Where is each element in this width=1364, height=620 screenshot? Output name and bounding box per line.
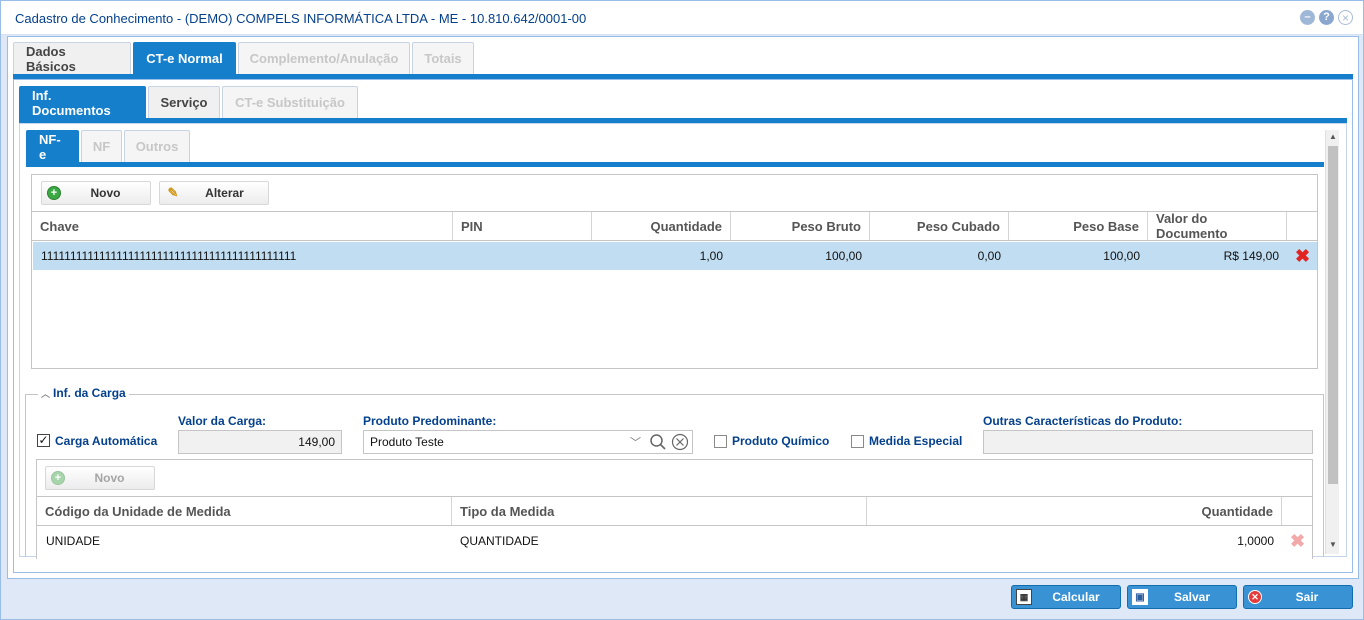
tab-dados-basicos[interactable]: Dados Básicos <box>13 42 131 74</box>
col-peso-base[interactable]: Peso Base <box>1009 212 1148 240</box>
valor-carga-field[interactable]: 149,00 <box>178 430 342 454</box>
produto-quimico-checkbox[interactable] <box>714 435 727 448</box>
cell-tipo: QUANTIDADE <box>460 534 539 548</box>
tab-inf-documentos[interactable]: Inf. Documentos <box>19 86 146 118</box>
doc-tabbar: NF-e NF Outros <box>26 130 190 162</box>
col-peso-cubado[interactable]: Peso Cubado <box>870 212 1009 240</box>
save-icon: ▣ <box>1132 589 1148 605</box>
salvar-button[interactable]: ▣ Salvar <box>1127 585 1237 609</box>
inf-carga-legend[interactable]: ︿ Inf. da Carga <box>38 386 129 400</box>
medida-new-button: + Novo <box>45 466 155 490</box>
doc-tab-strip <box>26 162 1324 167</box>
calculator-icon: ▦ <box>1016 589 1032 605</box>
cell-medida-delete: ✖ <box>1282 527 1312 555</box>
nfe-edit-button[interactable]: ✎ Alterar <box>159 181 269 205</box>
title-bar: Cadastro de Conhecimento - (DEMO) COMPEL… <box>1 1 1363 35</box>
collapse-caret-icon: ︿ <box>41 388 51 399</box>
table-row[interactable]: 1111111111111111111111111111111111111111… <box>33 242 1317 270</box>
window-tools: – ? × <box>1300 10 1353 25</box>
col-actions <box>1287 212 1317 240</box>
tab-cte-normal[interactable]: CT-e Normal <box>133 42 236 74</box>
calcular-label: Calcular <box>1052 590 1100 604</box>
col-codigo-unidade[interactable]: Código da Unidade de Medida <box>37 497 452 525</box>
carga-automatica-checkbox[interactable]: ✓ <box>37 434 50 447</box>
scroll-thumb[interactable] <box>1328 146 1338 484</box>
exit-icon: ✕ <box>1248 590 1262 604</box>
medida-especial-label[interactable]: Medida Especial <box>869 434 962 448</box>
edit-icon: ✎ <box>167 185 179 200</box>
cell-medida-quantidade: 1,0000 <box>1237 534 1274 548</box>
calcular-button[interactable]: ▦ Calcular <box>1011 585 1121 609</box>
sub-tabbar: Inf. Documentos Serviço CT-e Substituiçã… <box>19 86 358 118</box>
scroll-up-icon[interactable]: ▲ <box>1326 130 1340 144</box>
cell-codigo: UNIDADE <box>46 534 101 548</box>
nfe-edit-label: Alterar <box>205 186 244 200</box>
salvar-label: Salvar <box>1173 590 1211 604</box>
cell-chave: 1111111111111111111111111111111111111111… <box>41 249 297 263</box>
inf-carga-legend-label: Inf. da Carga <box>53 386 126 400</box>
search-icon[interactable] <box>649 433 667 451</box>
close-icon[interactable]: × <box>1338 10 1353 25</box>
minimize-icon[interactable]: – <box>1300 10 1315 25</box>
nfe-grid: + Novo ✎ Alterar Chave PIN Quantidade Pe… <box>31 174 1318 369</box>
cell-peso-bruto: 100,00 <box>825 249 862 263</box>
col-medida-actions <box>1282 497 1312 525</box>
tab-outros: Outros <box>124 130 190 162</box>
medida-grid-header: Código da Unidade de Medida Tipo da Medi… <box>37 496 1312 526</box>
col-chave[interactable]: Chave <box>32 212 453 240</box>
nfe-new-button[interactable]: + Novo <box>41 181 151 205</box>
cell-valor: R$ 149,00 <box>1223 249 1279 263</box>
content-scrollbar[interactable]: ▲ ▼ <box>1325 130 1339 554</box>
delete-icon[interactable]: ✖ <box>1290 532 1305 550</box>
col-peso-bruto[interactable]: Peso Bruto <box>731 212 870 240</box>
cadastro-conhecimento-window: Cadastro de Conhecimento - (DEMO) COMPEL… <box>0 0 1364 620</box>
delete-icon[interactable]: ✖ <box>1295 247 1310 265</box>
produto-predominante-combo[interactable]: Produto Teste <box>363 430 693 454</box>
outras-caracteristicas-label: Outras Características do Produto: <box>983 414 1183 428</box>
sair-button[interactable]: ✕ Sair <box>1243 585 1353 609</box>
window-title: Cadastro de Conhecimento - (DEMO) COMPEL… <box>15 11 587 26</box>
col-quantidade[interactable]: Quantidade <box>592 212 731 240</box>
cell-peso-cubado: 0,00 <box>977 249 1001 263</box>
col-tipo-medida[interactable]: Tipo da Medida <box>452 497 867 525</box>
help-icon[interactable]: ? <box>1319 10 1334 25</box>
add-icon: + <box>47 186 61 200</box>
col-medida-quantidade[interactable]: Quantidade <box>867 497 1282 525</box>
scroll-down-icon[interactable]: ▼ <box>1326 538 1340 552</box>
cell-quantidade: 1,00 <box>699 249 723 263</box>
cell-delete: ✖ <box>1287 242 1317 270</box>
tab-nfe[interactable]: NF-e <box>26 130 79 162</box>
tab-totais: Totais <box>412 42 474 74</box>
tab-complemento-anulacao: Complemento/Anulação <box>238 42 410 74</box>
main-tabbar: Dados Básicos CT-e Normal Complemento/An… <box>13 42 474 74</box>
nfe-grid-header: Chave PIN Quantidade Peso Bruto Peso Cub… <box>32 211 1317 241</box>
produto-predominante-label: Produto Predominante: <box>363 414 497 428</box>
table-row[interactable]: UNIDADE QUANTIDADE 1,0000 ✖ <box>38 527 1312 555</box>
medida-new-label: Novo <box>94 471 125 485</box>
medida-especial-checkbox[interactable] <box>851 435 864 448</box>
add-icon: + <box>51 471 65 485</box>
tab-cte-substituicao: CT-e Substituição <box>222 86 358 118</box>
outras-caracteristicas-field[interactable] <box>983 430 1313 454</box>
cell-pin <box>453 242 592 270</box>
col-valor-documento[interactable]: Valor do Documento <box>1148 211 1287 241</box>
tab-nf: NF <box>81 130 122 162</box>
cell-peso-base: 100,00 <box>1103 249 1140 263</box>
sair-label: Sair <box>1295 590 1319 604</box>
produto-quimico-label[interactable]: Produto Químico <box>732 434 829 448</box>
chevron-down-icon[interactable]: ﹀ <box>630 434 641 450</box>
clear-icon[interactable] <box>671 433 689 451</box>
carga-automatica-label[interactable]: Carga Automática <box>55 434 157 448</box>
nfe-new-label: Novo <box>90 186 121 200</box>
medida-grid: + Novo Código da Unidade de Medida Tipo … <box>36 459 1313 559</box>
produto-predominante-value: Produto Teste <box>370 435 444 449</box>
tab-servico[interactable]: Serviço <box>148 86 220 118</box>
col-pin[interactable]: PIN <box>453 212 592 240</box>
valor-carga-label: Valor da Carga: <box>178 414 267 428</box>
